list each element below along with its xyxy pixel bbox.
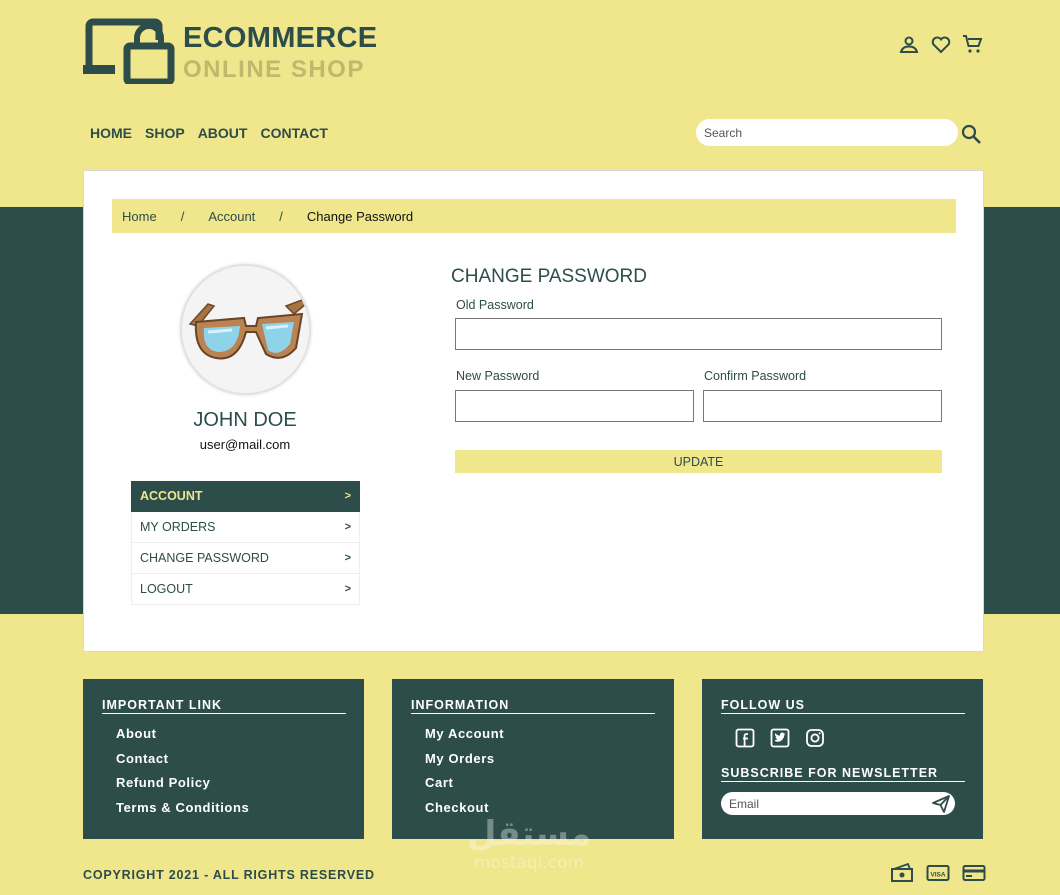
instagram-icon[interactable] xyxy=(805,728,825,748)
footer-link-my-account[interactable]: My Account xyxy=(425,726,504,751)
footer-section-title: IMPORTANT LINK xyxy=(102,698,346,714)
sunglasses-image xyxy=(182,266,309,393)
footer-important-links: IMPORTANT LINK About Contact Refund Poli… xyxy=(83,679,364,839)
svg-text:VISA: VISA xyxy=(930,872,945,879)
brand-logo[interactable]: ECOMMERCE ONLINE SHOP xyxy=(83,16,377,84)
confirm-password-label: Confirm Password xyxy=(704,369,807,383)
menu-item-label: CHANGE PASSWORD xyxy=(140,551,269,565)
confirm-password-field[interactable] xyxy=(703,390,942,422)
visa-icon: VISA xyxy=(926,862,950,884)
old-password-field[interactable] xyxy=(455,318,942,350)
newsletter-title: SUBSCRIBE FOR NEWSLETTER xyxy=(721,766,965,782)
form-title: CHANGE PASSWORD xyxy=(451,266,648,287)
menu-item-logout[interactable]: LOGOUT > xyxy=(131,574,360,605)
old-password-label: Old Password xyxy=(456,298,534,312)
cash-icon xyxy=(890,862,914,884)
payment-methods: VISA xyxy=(890,862,986,884)
footer-link-list: My Account My Orders Cart Checkout xyxy=(425,726,504,824)
breadcrumb-current: Change Password xyxy=(306,208,414,224)
header-actions xyxy=(897,32,985,56)
nav-contact[interactable]: CONTACT xyxy=(260,125,327,141)
watermark-arabic: مستقل xyxy=(466,814,592,854)
footer-link-my-orders[interactable]: My Orders xyxy=(425,751,504,776)
chevron-right-icon: > xyxy=(344,490,351,502)
menu-item-my-orders[interactable]: MY ORDERS > xyxy=(131,512,360,543)
footer-link-about[interactable]: About xyxy=(116,726,249,751)
twitter-icon[interactable] xyxy=(770,728,790,748)
newsletter-form xyxy=(721,792,955,815)
send-icon[interactable] xyxy=(931,794,951,814)
nav-home[interactable]: HOME xyxy=(90,125,132,141)
footer-follow: FOLLOW US SUBSCRIBE FOR NEWSLETTER xyxy=(702,679,983,839)
social-links xyxy=(735,728,825,748)
search-input[interactable] xyxy=(696,119,958,146)
footer-section-title: FOLLOW US xyxy=(721,698,965,714)
account-card: Home / Account / Change Password JOHN DO… xyxy=(83,170,984,652)
breadcrumb-separator: / xyxy=(279,208,283,224)
footer-link-cart[interactable]: Cart xyxy=(425,775,504,800)
laptop-lock-icon xyxy=(83,18,175,84)
update-button[interactable]: UPDATE xyxy=(455,450,942,473)
breadcrumb: Home / Account / Change Password xyxy=(112,199,956,233)
profile-email: user@mail.com xyxy=(199,437,291,452)
breadcrumb-account[interactable]: Account xyxy=(208,209,255,224)
account-menu: ACCOUNT > MY ORDERS > CHANGE PASSWORD > … xyxy=(131,481,360,605)
cart-icon[interactable] xyxy=(961,32,985,56)
watermark: مستقل mostaqi.com xyxy=(463,815,595,877)
main-nav: HOME SHOP ABOUT CONTACT xyxy=(90,125,341,141)
facebook-icon[interactable] xyxy=(735,728,755,748)
nav-about[interactable]: ABOUT xyxy=(198,125,248,141)
brand-subtitle: ONLINE SHOP xyxy=(183,56,365,83)
brand-title: ECOMMERCE xyxy=(183,22,378,54)
chevron-right-icon: > xyxy=(344,583,351,595)
user-icon[interactable] xyxy=(897,32,921,56)
nav-shop[interactable]: SHOP xyxy=(145,125,185,141)
watermark-latin: mostaqi.com xyxy=(473,853,585,873)
heart-icon[interactable] xyxy=(929,32,953,56)
footer-link-contact[interactable]: Contact xyxy=(116,751,249,776)
menu-item-change-password[interactable]: CHANGE PASSWORD > xyxy=(131,543,360,574)
newsletter-email-input[interactable] xyxy=(721,792,955,815)
breadcrumb-home[interactable]: Home xyxy=(122,209,157,224)
footer-section-title: INFORMATION xyxy=(411,698,655,714)
menu-item-label: LOGOUT xyxy=(140,582,193,596)
breadcrumb-separator: / xyxy=(180,208,185,224)
footer-link-terms[interactable]: Terms & Conditions xyxy=(116,800,249,825)
profile-name: JOHN DOE xyxy=(193,409,297,431)
footer-link-list: About Contact Refund Policy Terms & Cond… xyxy=(116,726,249,824)
avatar xyxy=(180,264,311,395)
new-password-field[interactable] xyxy=(455,390,694,422)
chevron-right-icon: > xyxy=(344,552,351,564)
copyright-text: COPYRIGHT 2021 - ALL RIGHTS RESERVED xyxy=(83,868,375,882)
menu-item-label: ACCOUNT xyxy=(140,489,203,503)
footer-link-refund-policy[interactable]: Refund Policy xyxy=(116,775,249,800)
card-icon xyxy=(962,862,986,884)
search-bar xyxy=(696,119,982,146)
menu-item-account[interactable]: ACCOUNT > xyxy=(131,481,360,512)
search-icon[interactable] xyxy=(960,123,982,145)
chevron-right-icon: > xyxy=(344,521,351,533)
new-password-label: New Password xyxy=(456,369,540,383)
menu-item-label: MY ORDERS xyxy=(140,520,216,534)
